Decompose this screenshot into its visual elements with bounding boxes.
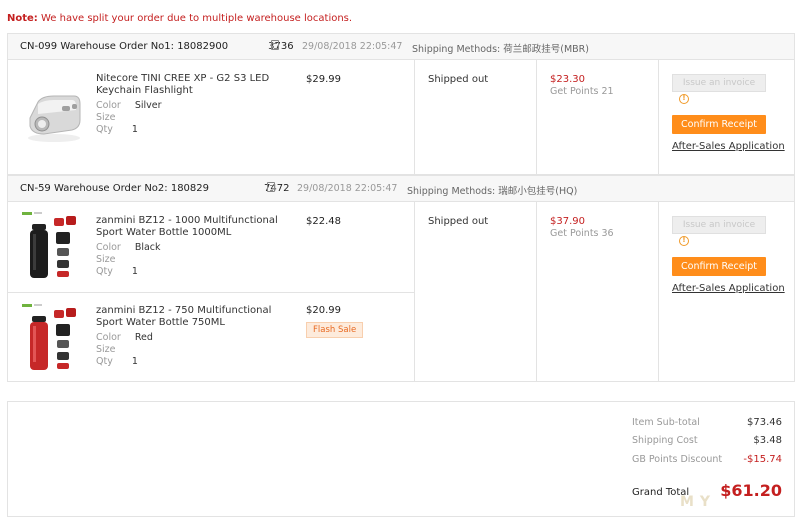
- copy-icon[interactable]: [267, 182, 275, 192]
- order-header: CN-59 Warehouse Order No2: 180829 7472 29…: [8, 176, 794, 202]
- copy-icon[interactable]: [271, 40, 279, 50]
- product-size: Size: [96, 344, 116, 355]
- warehouse-order-1: CN-099 Warehouse Order No1: 18082900 3736…: [7, 33, 795, 175]
- product-name[interactable]: Nitecore TINI CREE XP - G2 S3 LED Keycha…: [96, 73, 286, 97]
- note-text: We have split your order due to multiple…: [41, 13, 353, 24]
- shipping-cost-value: $3.48: [753, 435, 782, 446]
- issue-invoice-button[interactable]: Issue an invoice: [672, 216, 766, 234]
- confirm-receipt-button[interactable]: Confirm Receipt: [672, 257, 766, 276]
- after-sales-link[interactable]: After-Sales Application: [672, 141, 785, 152]
- info-icon[interactable]: [679, 94, 689, 104]
- flash-sale-badge: Flash Sale: [306, 322, 364, 338]
- subtotal-value: $73.46: [747, 417, 782, 428]
- order-summary: Item Sub-total $73.46 Shipping Cost $3.4…: [7, 401, 795, 517]
- red-bottle-product-image[interactable]: [20, 302, 86, 374]
- order-status: Shipped out: [428, 216, 489, 227]
- points-discount-label: GB Points Discount: [632, 454, 723, 465]
- subtotal-label: Item Sub-total: [632, 417, 700, 428]
- order-id: CN-099 Warehouse Order No1: 18082900 3736: [20, 41, 294, 52]
- item-price: $29.99: [306, 74, 341, 85]
- points-discount-value: -$15.74: [743, 454, 782, 465]
- order-id: CN-59 Warehouse Order No2: 180829 7472: [20, 183, 290, 194]
- product-name[interactable]: zanmini BZ12 - 1000 Multifunctional Spor…: [96, 215, 286, 239]
- item-price: $20.99: [306, 305, 341, 316]
- order-paid-amount: $37.90: [550, 216, 585, 227]
- item-price: $22.48: [306, 216, 341, 227]
- grand-total-value: $61.20: [720, 481, 782, 500]
- order-date: 29/08/2018 22:05:47: [302, 41, 403, 52]
- product-size: Size: [96, 112, 116, 123]
- product-color: Color Black: [96, 242, 161, 253]
- product-qty: Qty 1: [96, 124, 138, 135]
- order-status: Shipped out: [428, 74, 489, 85]
- split-order-note: Note: We have split your order due to mu…: [7, 13, 352, 24]
- shipping-method: Shipping Methods: 瑞邮小包挂号(HQ): [407, 186, 578, 197]
- product-qty: Qty 1: [96, 266, 138, 277]
- note-label: Note:: [7, 13, 38, 24]
- product-qty: Qty 1: [96, 356, 138, 367]
- order-date: 29/08/2018 22:05:47: [297, 183, 398, 194]
- order-paid-amount: $23.30: [550, 74, 585, 85]
- watermark: MY: [680, 494, 717, 510]
- confirm-receipt-button[interactable]: Confirm Receipt: [672, 115, 766, 134]
- black-bottle-product-image[interactable]: [20, 210, 86, 282]
- warehouse-order-2: CN-59 Warehouse Order No2: 180829 7472 29…: [7, 175, 795, 382]
- order-header: CN-099 Warehouse Order No1: 18082900 3736…: [8, 34, 794, 60]
- shipping-cost-label: Shipping Cost: [632, 435, 698, 446]
- order-points: Get Points 36: [550, 228, 614, 239]
- product-color: Color Silver: [96, 100, 162, 111]
- issue-invoice-button[interactable]: Issue an invoice: [672, 74, 766, 92]
- flashlight-product-image[interactable]: [20, 74, 86, 146]
- product-size: Size: [96, 254, 116, 265]
- after-sales-link[interactable]: After-Sales Application: [672, 283, 785, 294]
- order-points: Get Points 21: [550, 86, 614, 97]
- info-icon[interactable]: [679, 236, 689, 246]
- product-name[interactable]: zanmini BZ12 - 750 Multifunctional Sport…: [96, 305, 286, 329]
- product-color: Color Red: [96, 332, 153, 343]
- shipping-method: Shipping Methods: 荷兰邮政挂号(MBR): [412, 44, 589, 55]
